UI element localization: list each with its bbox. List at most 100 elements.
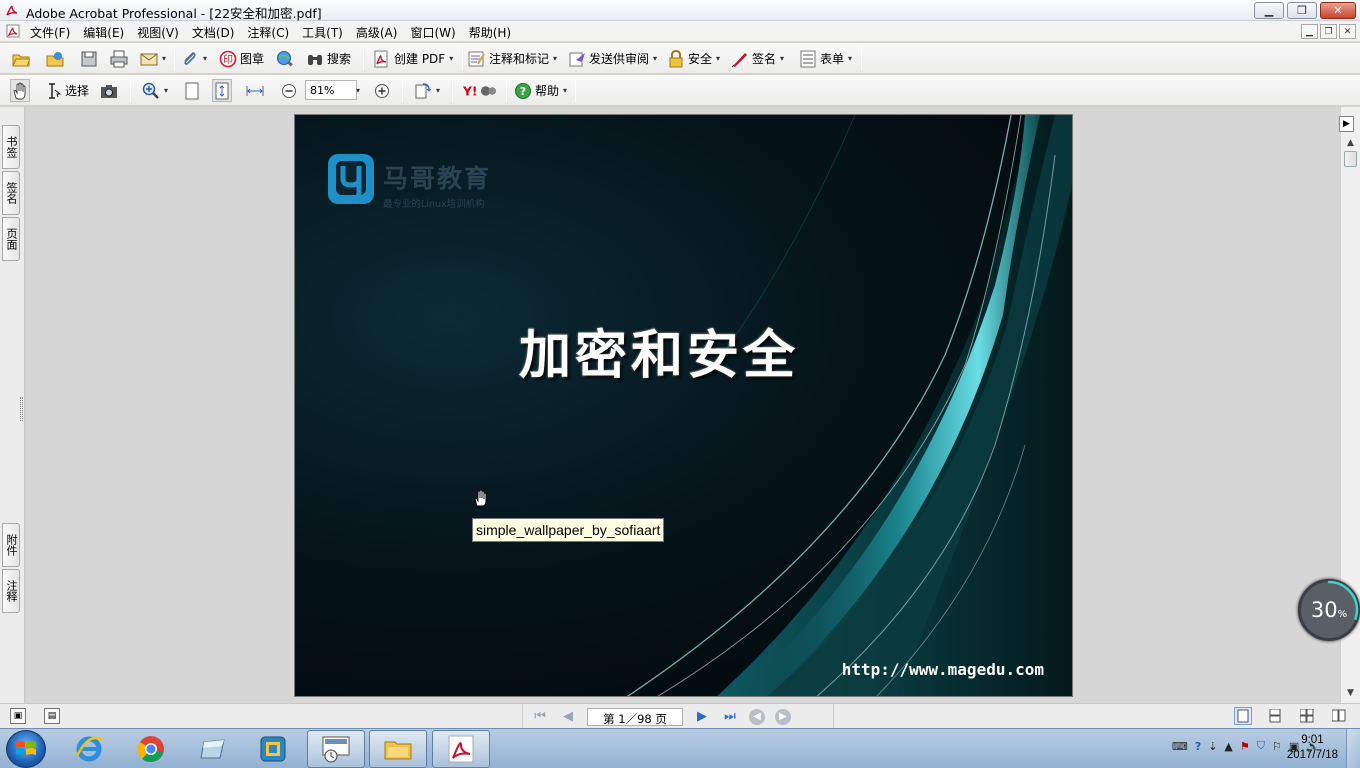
pdf-page[interactable]: 马哥教育 最专业的Linux培训机构 加密和安全 http://www.mage… [294,114,1073,697]
hand-tool-button[interactable] [10,79,30,102]
restore-button[interactable]: ❐ [1287,2,1317,19]
document-viewport[interactable]: 马哥教育 最专业的Linux培训机构 加密和安全 http://www.mage… [26,107,1340,703]
taskbar-ie[interactable] [60,730,118,768]
taskbar-acrobat[interactable] [432,730,490,768]
menu-tools[interactable]: 工具(T) [302,24,349,41]
menu-file[interactable]: 文件(F) [30,24,76,41]
tab-signatures[interactable]: 签名 [2,171,20,215]
zoom-tool-button[interactable]: ▾ [142,79,168,102]
help-button[interactable]: ? 帮助 ▾ [514,79,567,102]
fit-width-button[interactable] [246,79,264,102]
taskbar-app-4[interactable] [244,730,302,768]
menu-advanced[interactable]: 高级(A) [356,24,404,41]
input-method-icon[interactable]: ⇣ [1208,740,1217,753]
chevron-down-icon: ▾ [162,54,167,63]
forms-button[interactable]: 表单 ▾ [799,47,852,70]
organizer-button[interactable] [46,47,64,70]
menu-edit[interactable]: 编辑(E) [83,24,130,41]
navigation-toolbar: 选择 ▾ 81% ▾ ▾ Y! ? 帮助 ▾ [0,75,1360,106]
start-button[interactable] [6,730,46,768]
menu-document[interactable]: 文档(D) [192,24,241,41]
security-button[interactable]: 安全 ▾ [667,47,720,70]
yahoo-toolbar-button[interactable]: Y! [463,79,497,102]
single-page-view-button[interactable] [1234,707,1252,725]
show-hidden-icons-button[interactable]: ▲ [1224,740,1232,753]
attach-button[interactable]: ▾ [181,47,207,70]
next-page-button[interactable]: ▶ [693,709,711,724]
tab-comments[interactable]: 注释 [2,569,20,613]
shield-icon[interactable]: ⛉ [1257,739,1265,753]
menu-comments[interactable]: 注释(C) [247,24,295,41]
show-desktop-button[interactable] [1346,729,1360,768]
next-view-button[interactable]: ▶ [775,708,791,725]
taskbar-chrome[interactable] [122,730,180,768]
continuous-facing-icon [1300,709,1314,723]
expand-pane-button[interactable]: ▶ [1339,116,1354,132]
snapshot-button[interactable] [100,79,118,102]
page-size-icon[interactable]: ▣ [10,708,26,724]
fit-page-button[interactable] [212,79,232,102]
email-button[interactable]: ▾ [140,47,166,70]
search-button[interactable]: 搜索 [306,47,351,70]
print-button[interactable] [110,47,128,70]
forms-icon [800,50,816,67]
doc-close-button[interactable]: ✕ [1339,24,1356,39]
system-clock[interactable]: 9:01 2017/7/18 [1287,733,1338,763]
scroll-thumb[interactable] [1344,151,1357,167]
tab-bookmarks[interactable]: 书签 [2,125,20,169]
comment-markup-label: 注释和标记 [489,52,550,66]
chevron-down-icon: ▾ [164,86,169,95]
stamp-button[interactable]: 印 图章 [219,47,264,70]
flag-red-icon[interactable]: ⚑ [1240,740,1250,753]
panel-resize-grip[interactable] [20,397,23,421]
send-review-button[interactable]: 发送供审阅 ▾ [568,47,657,70]
taskbar-file-explorer[interactable] [369,730,427,768]
select-tool-button[interactable]: 选择 [44,79,89,102]
taskbar-remote-desktop[interactable] [307,730,365,768]
create-pdf-button[interactable]: 创建 PDF ▾ [373,47,453,70]
scroll-up-button[interactable]: ▲ [1343,135,1358,150]
windows-logo-icon [16,741,36,755]
facing-view-button[interactable] [1330,707,1348,725]
sign-button[interactable]: 签名 ▾ [731,47,784,70]
last-page-button[interactable]: ⏭ [721,709,739,724]
continuous-view-button[interactable] [1266,707,1284,725]
scroll-down-button[interactable]: ▼ [1343,685,1358,700]
comment-markup-button[interactable]: 注释和标记 ▾ [468,47,557,70]
rotate-page-icon [415,82,432,98]
minimize-button[interactable]: ▁ [1254,2,1284,19]
menu-window[interactable]: 窗口(W) [410,24,461,41]
tab-bookmarks-label: 书签 [5,136,18,158]
first-page-button[interactable]: ⏮ [531,709,549,724]
doc-minimize-button[interactable]: ▁ [1301,24,1318,39]
close-button[interactable]: ✕ [1320,2,1356,19]
web-search-button[interactable] [276,47,294,70]
rotate-view-button[interactable]: ▾ [414,79,440,102]
keyboard-icon[interactable]: ⌨ [1172,740,1188,753]
zoom-dropdown-button[interactable]: ▾ [355,79,360,102]
print-icon [110,50,128,67]
doc-restore-button[interactable]: ❐ [1320,24,1337,39]
action-center-flag-icon[interactable]: ⚐ [1272,740,1282,753]
page-number-field[interactable]: 第 1／98 页 [587,707,683,726]
help-tray-icon[interactable]: ? [1195,740,1201,753]
menu-help[interactable]: 帮助(H) [469,24,517,41]
taskbar-app-3[interactable] [184,730,242,768]
actual-size-button[interactable] [183,79,201,102]
previous-page-button[interactable]: ◀ [559,709,577,724]
previous-view-button[interactable]: ◀ [749,708,765,725]
open-button[interactable] [12,47,30,70]
chevron-down-icon: ▾ [780,54,785,63]
zoom-out-button[interactable] [280,79,298,102]
menu-view[interactable]: 视图(V) [137,24,185,41]
zoom-in-button[interactable] [373,79,391,102]
image-tooltip: simple_wallpaper_by_sofiaart [472,518,665,542]
screen-recorder-icon [260,736,286,762]
tab-pages[interactable]: 页面 [2,217,20,261]
zoom-level-input[interactable]: 81% [305,80,357,100]
continuous-facing-view-button[interactable] [1298,707,1316,725]
tab-attachments[interactable]: 附件 [2,523,20,567]
save-button[interactable] [80,47,98,70]
document-icon[interactable] [6,24,20,38]
options-icon[interactable]: ▤ [44,708,60,724]
